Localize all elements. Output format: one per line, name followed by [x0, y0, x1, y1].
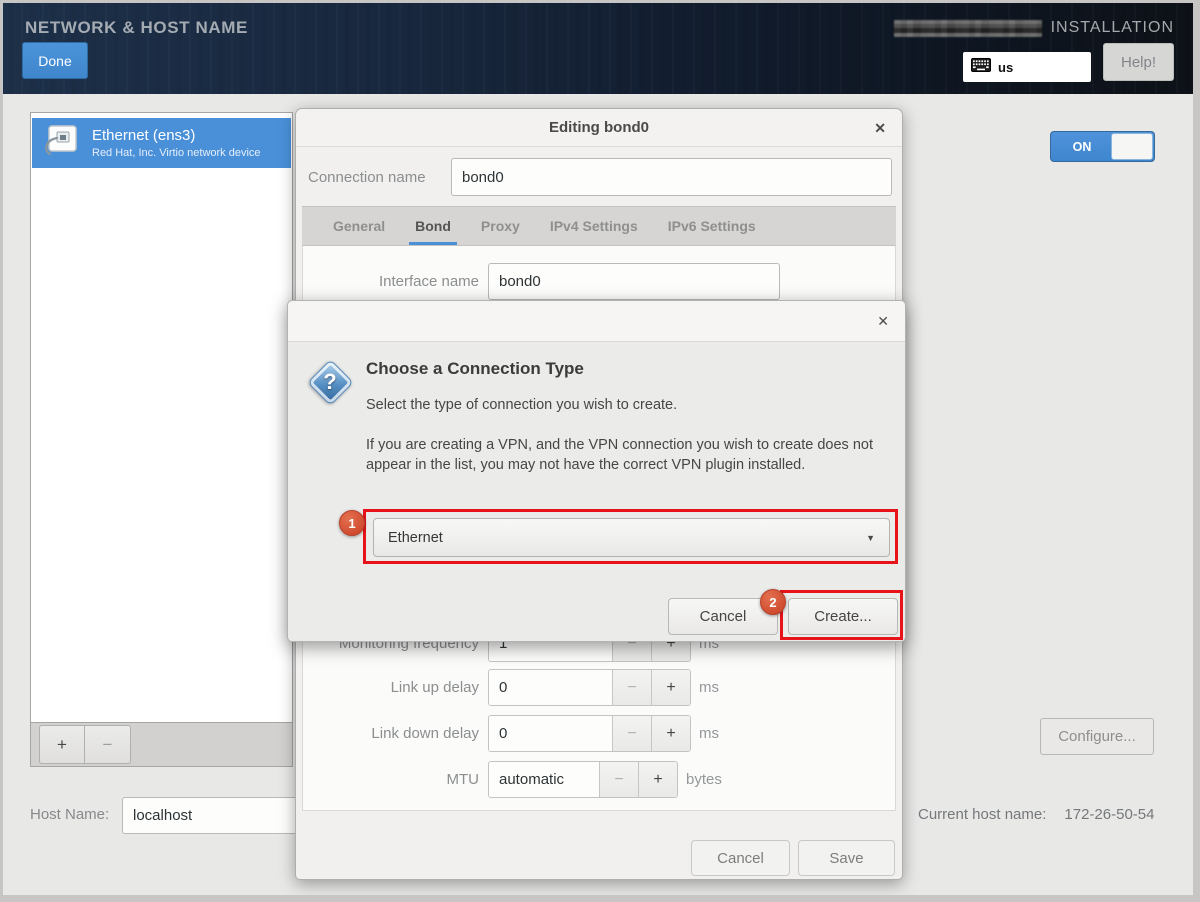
installation-label: INSTALLATION: [1051, 19, 1174, 37]
tab-bond[interactable]: Bond: [400, 207, 466, 245]
ethernet-device-icon: [42, 122, 80, 165]
close-icon[interactable]: ✕: [877, 314, 889, 328]
link-up-delay-value[interactable]: [489, 670, 612, 705]
connection-name-row: Connection name: [308, 158, 892, 196]
keyboard-layout-label: us: [998, 60, 1013, 75]
top-bar: NETWORK & HOST NAME Done INSTALLATION us…: [0, 0, 1200, 94]
tab-proxy[interactable]: Proxy: [466, 207, 535, 245]
mtu-spinner: − +: [488, 761, 678, 798]
toggle-on-label: ON: [1051, 132, 1113, 161]
question-icon: ?: [306, 358, 354, 406]
device-list-toolbar: + −: [30, 723, 293, 767]
keyboard-icon: [971, 58, 991, 77]
network-on-toggle[interactable]: ON: [1050, 131, 1155, 162]
link-up-delay-label: Link up delay: [309, 679, 479, 696]
redacted-product-name: [894, 20, 1042, 37]
connection-name-input[interactable]: [451, 158, 892, 196]
plus-icon[interactable]: +: [651, 670, 690, 705]
hostname-input[interactable]: [122, 797, 322, 834]
plus-icon[interactable]: +: [651, 716, 690, 751]
edit-dialog-tabs: General Bond Proxy IPv4 Settings IPv6 Se…: [302, 206, 896, 246]
type-create-button[interactable]: Create...: [788, 598, 898, 635]
toggle-knob[interactable]: [1111, 133, 1153, 160]
link-up-delay-spinner: − +: [488, 669, 691, 706]
tab-ipv4-settings[interactable]: IPv4 Settings: [535, 207, 653, 245]
connection-type-selected-value: Ethernet: [388, 530, 866, 546]
mtu-value[interactable]: [489, 762, 599, 797]
interface-name-row: Interface name: [309, 263, 892, 300]
plus-icon[interactable]: +: [638, 762, 677, 797]
question-glyph: ?: [306, 358, 354, 406]
page-title: NETWORK & HOST NAME: [25, 18, 248, 38]
mtu-label: MTU: [309, 771, 479, 788]
installation-title: INSTALLATION: [894, 19, 1174, 37]
link-down-delay-row: Link down delay − + ms: [309, 715, 892, 752]
add-device-button[interactable]: +: [39, 725, 85, 764]
edit-cancel-button[interactable]: Cancel: [691, 840, 790, 876]
mtu-row: MTU − + bytes: [309, 761, 892, 798]
link-up-delay-unit: ms: [699, 679, 719, 696]
type-dialog-titlebar: ✕: [288, 301, 905, 342]
link-up-delay-row: Link up delay − + ms: [309, 669, 892, 706]
edit-dialog-title: Editing bond0: [549, 119, 649, 136]
close-icon[interactable]: ✕: [874, 121, 886, 135]
type-dialog-title: Choose a Connection Type: [366, 359, 584, 379]
remove-device-button[interactable]: −: [85, 725, 131, 764]
tab-general[interactable]: General: [318, 207, 400, 245]
link-down-delay-value[interactable]: [489, 716, 612, 751]
edit-dialog-titlebar: Editing bond0 ✕: [296, 109, 902, 147]
interface-name-input[interactable]: [488, 263, 780, 300]
done-button[interactable]: Done: [22, 42, 88, 79]
connection-type-dropdown[interactable]: Ethernet ▼: [373, 518, 890, 557]
interface-name-label: Interface name: [309, 273, 479, 290]
device-texts: Ethernet (ens3) Red Hat, Inc. Virtio net…: [92, 127, 261, 159]
edit-save-button[interactable]: Save: [798, 840, 895, 876]
chevron-down-icon: ▼: [866, 533, 875, 543]
type-dialog-subtitle: Select the type of connection you wish t…: [366, 397, 677, 413]
hostname-label: Host Name:: [30, 806, 109, 823]
device-list-item-ethernet[interactable]: Ethernet (ens3) Red Hat, Inc. Virtio net…: [32, 118, 291, 168]
mtu-unit: bytes: [686, 771, 722, 788]
current-hostname-value: 172-26-50-54: [1064, 806, 1154, 823]
current-hostname-label: Current host name:: [918, 806, 1046, 823]
minus-icon[interactable]: −: [599, 762, 638, 797]
keyboard-layout-indicator[interactable]: us: [963, 52, 1091, 82]
choose-connection-type-dialog: ✕ ? Choose a Connection Type Select the …: [287, 300, 906, 642]
current-hostname: Current host name: 172-26-50-54: [918, 806, 1154, 823]
help-button[interactable]: Help!: [1103, 43, 1174, 81]
type-cancel-button[interactable]: Cancel: [668, 598, 778, 635]
minus-icon[interactable]: −: [612, 670, 651, 705]
tab-ipv6-settings[interactable]: IPv6 Settings: [653, 207, 771, 245]
device-name: Ethernet (ens3): [92, 127, 261, 144]
type-dialog-body-text: If you are creating a VPN, and the VPN c…: [366, 435, 882, 475]
link-down-delay-label: Link down delay: [309, 725, 479, 742]
network-device-list: Ethernet (ens3) Red Hat, Inc. Virtio net…: [30, 112, 293, 723]
connection-name-label: Connection name: [308, 169, 451, 186]
minus-icon[interactable]: −: [612, 716, 651, 751]
link-down-delay-spinner: − +: [488, 715, 691, 752]
configure-button[interactable]: Configure...: [1040, 718, 1154, 755]
device-description: Red Hat, Inc. Virtio network device: [92, 147, 261, 159]
link-down-delay-unit: ms: [699, 725, 719, 742]
